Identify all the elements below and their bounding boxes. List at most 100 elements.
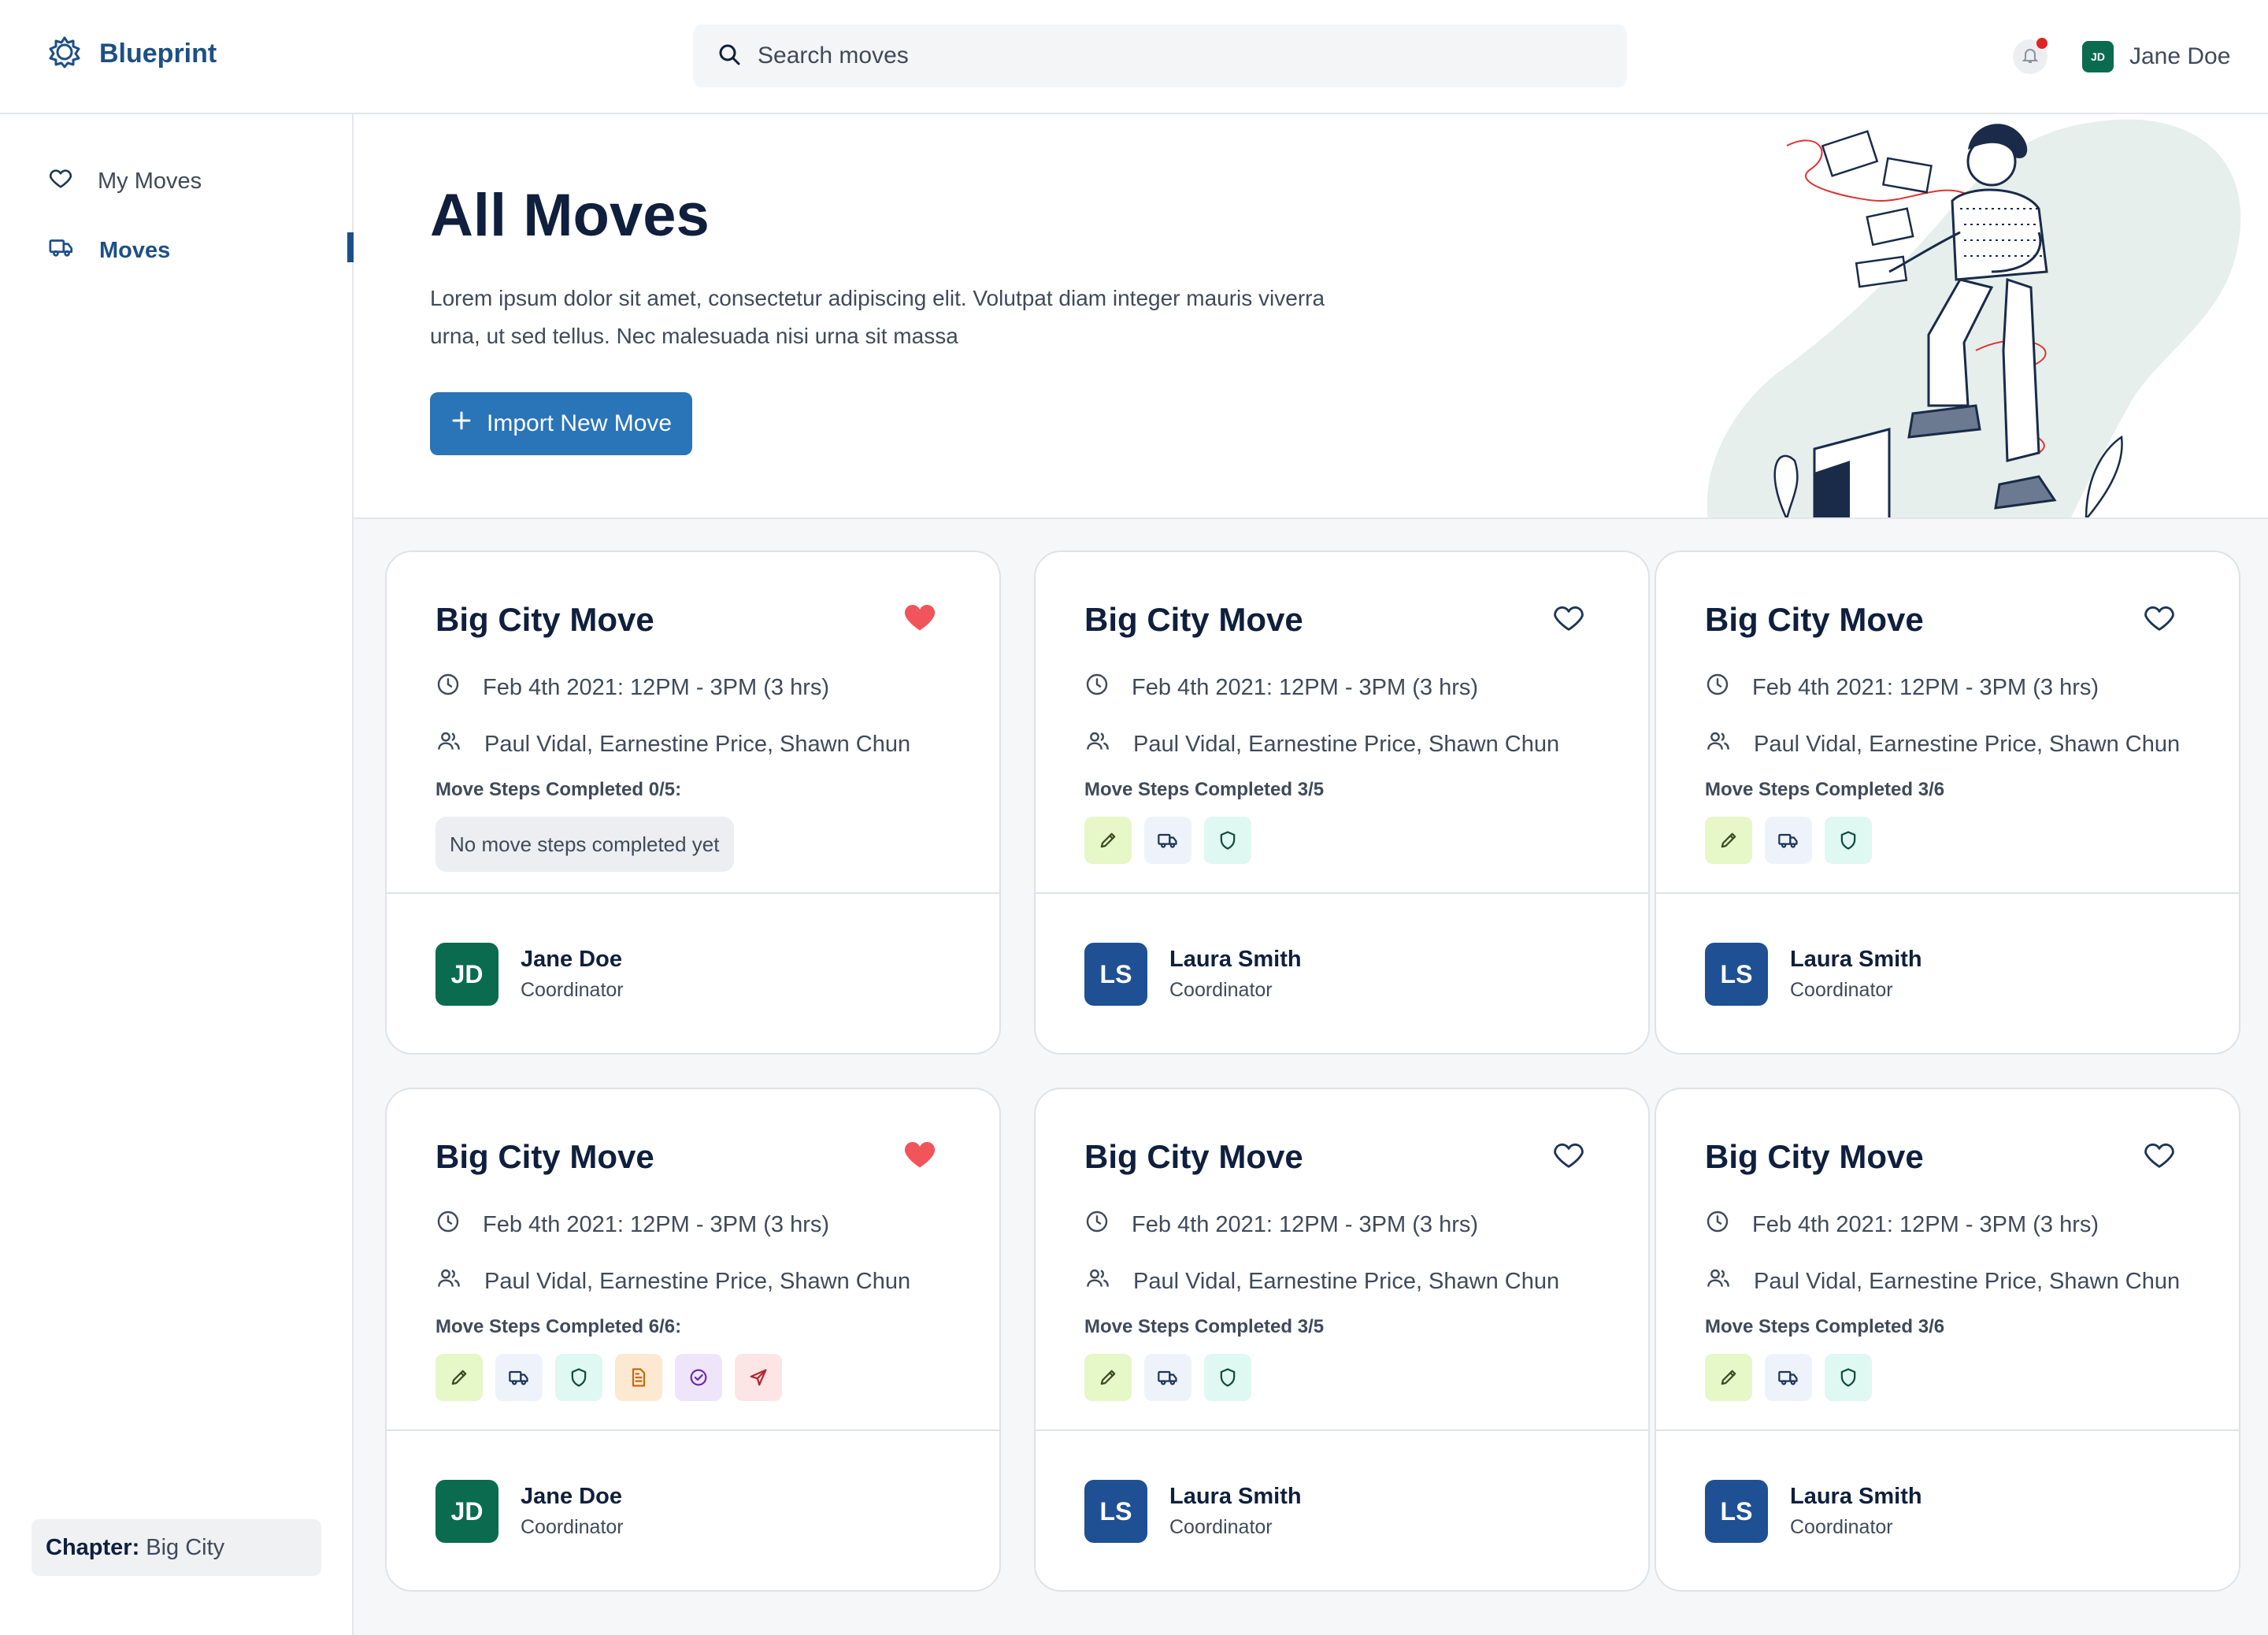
truck-icon[interactable] (1765, 1354, 1812, 1401)
users-icon (435, 1266, 462, 1297)
search-input[interactable]: Search moves (758, 43, 909, 69)
heart-filled-icon (904, 605, 936, 631)
move-people: Paul Vidal, Earnestine Price, Shawn Chun (1705, 1266, 2180, 1297)
brand-name: Blueprint (99, 39, 217, 69)
avatar: JD (2082, 41, 2114, 72)
truck-icon[interactable] (495, 1354, 543, 1401)
coordinator-name: Laura Smith (1169, 1484, 1302, 1509)
heart-icon (1554, 1143, 1584, 1168)
avatar: LS (1705, 943, 1768, 1006)
steps-row (1705, 817, 1872, 864)
shield-icon[interactable] (1204, 817, 1251, 864)
favorite-button[interactable] (900, 1135, 939, 1174)
move-time: Feb 4th 2021: 12PM - 3PM (3 hrs) (435, 672, 829, 703)
shield-icon[interactable] (1204, 1354, 1251, 1401)
shield-icon[interactable] (1825, 817, 1872, 864)
import-new-move-button[interactable]: Import New Move (430, 392, 693, 455)
search-icon (717, 42, 742, 71)
coordinator-name: Laura Smith (1169, 947, 1302, 972)
heart-icon (2144, 1143, 2174, 1168)
brand-logo[interactable]: Blueprint (47, 35, 217, 73)
clock-icon (1084, 672, 1110, 703)
notifications-button[interactable] (2013, 38, 2048, 74)
move-card[interactable]: Big City Move Feb 4th 2021: 12PM - 3PM (… (385, 1088, 1001, 1592)
users-icon (1705, 1266, 1732, 1297)
favorite-button[interactable] (1549, 598, 1588, 637)
check-circle-icon[interactable] (675, 1354, 722, 1401)
coordinator: LS Laura Smith Coordinator (1705, 943, 1922, 1006)
moves-grid: Big City Move Feb 4th 2021: 12PM - 3PM (… (354, 519, 2268, 1635)
hero-illustration (1707, 119, 2241, 517)
move-card[interactable]: Big City Move Feb 4th 2021: 12PM - 3PM (… (1034, 1088, 1650, 1592)
user-menu[interactable]: JD Jane Doe (2082, 41, 2230, 72)
truck-icon[interactable] (1144, 817, 1191, 864)
sidebar-item-moves[interactable]: Moves (47, 234, 170, 267)
favorite-button[interactable] (2140, 1135, 2179, 1174)
move-card[interactable]: Big City Move Feb 4th 2021: 12PM - 3PM (… (1655, 551, 2240, 1055)
move-time-text: Feb 4th 2021: 12PM - 3PM (3 hrs) (483, 674, 830, 700)
coordinator-role: Coordinator (1169, 979, 1273, 1001)
shield-icon[interactable] (1825, 1354, 1872, 1401)
favorite-button[interactable] (900, 598, 939, 637)
truck-icon (47, 234, 76, 267)
steps-row (1084, 1354, 1251, 1401)
move-people: Paul Vidal, Earnestine Price, Shawn Chun (1084, 729, 1559, 760)
plus-icon (450, 410, 472, 438)
pencil-icon[interactable] (1705, 1354, 1752, 1401)
move-card[interactable]: Big City Move Feb 4th 2021: 12PM - 3PM (… (385, 551, 1001, 1055)
pencil-icon[interactable] (1705, 817, 1752, 864)
clock-icon (1084, 1209, 1110, 1240)
shield-icon[interactable] (555, 1354, 602, 1401)
move-time-text: Feb 4th 2021: 12PM - 3PM (3 hrs) (483, 1211, 830, 1237)
active-nav-indicator (347, 232, 354, 262)
coordinator: LS Laura Smith Coordinator (1705, 1480, 1922, 1543)
move-people: Paul Vidal, Earnestine Price, Shawn Chun (435, 729, 910, 760)
heart-icon (47, 165, 74, 198)
move-card[interactable]: Big City Move Feb 4th 2021: 12PM - 3PM (… (1034, 551, 1650, 1055)
pencil-icon[interactable] (435, 1354, 483, 1401)
coordinator-role: Coordinator (521, 979, 624, 1001)
users-icon (1705, 729, 1732, 760)
page-title: All Moves (430, 182, 710, 249)
card-divider (1036, 1429, 1648, 1431)
move-card[interactable]: Big City Move Feb 4th 2021: 12PM - 3PM (… (1655, 1088, 2240, 1592)
sidebar: My Moves Moves Chapter: Big City (0, 114, 354, 1635)
move-title: Big City Move (1705, 601, 1924, 638)
clock-icon (1705, 1209, 1730, 1240)
pencil-icon[interactable] (1084, 817, 1132, 864)
coordinator-name: Jane Doe (521, 1484, 622, 1509)
coordinator-name: Laura Smith (1790, 947, 1922, 972)
favorite-button[interactable] (2140, 598, 2179, 637)
move-time-text: Feb 4th 2021: 12PM - 3PM (3 hrs) (1752, 1211, 2099, 1237)
users-icon (435, 729, 462, 760)
sidebar-item-label: My Moves (98, 168, 202, 194)
chapter-badge[interactable]: Chapter: Big City (32, 1519, 321, 1576)
coordinator-role: Coordinator (1169, 1516, 1273, 1538)
document-icon[interactable] (615, 1354, 662, 1401)
clock-icon (435, 672, 461, 703)
move-people: Paul Vidal, Earnestine Price, Shawn Chun (1705, 729, 2180, 760)
coordinator-role: Coordinator (1790, 979, 1893, 1001)
search-bar[interactable]: Search moves (693, 24, 1627, 87)
page-description: Lorem ipsum dolor sit amet, consectetur … (430, 286, 1325, 348)
truck-icon[interactable] (1765, 817, 1812, 864)
move-time: Feb 4th 2021: 12PM - 3PM (3 hrs) (1705, 672, 2099, 703)
truck-icon[interactable] (1144, 1354, 1191, 1401)
chapter-label: Chapter: (46, 1534, 140, 1560)
heart-icon (2144, 606, 2174, 631)
card-divider (1656, 892, 2239, 894)
coordinator: JD Jane Doe Coordinator (435, 1480, 624, 1543)
move-time: Feb 4th 2021: 12PM - 3PM (3 hrs) (435, 1209, 829, 1240)
move-people-text: Paul Vidal, Earnestine Price, Shawn Chun (1133, 1268, 1560, 1294)
avatar: LS (1084, 943, 1147, 1006)
coordinator-role: Coordinator (521, 1516, 624, 1538)
empty-steps-message: No move steps completed yet (435, 817, 734, 872)
send-icon[interactable] (735, 1354, 782, 1401)
pencil-icon[interactable] (1084, 1354, 1132, 1401)
avatar: LS (1084, 1480, 1147, 1543)
favorite-button[interactable] (1549, 1135, 1588, 1174)
sidebar-item-my-moves[interactable]: My Moves (47, 165, 202, 198)
avatar: JD (435, 1480, 498, 1543)
move-people-text: Paul Vidal, Earnestine Price, Shawn Chun (1754, 1268, 2181, 1294)
steps-label: Move Steps Completed 6/6: (435, 1316, 682, 1337)
